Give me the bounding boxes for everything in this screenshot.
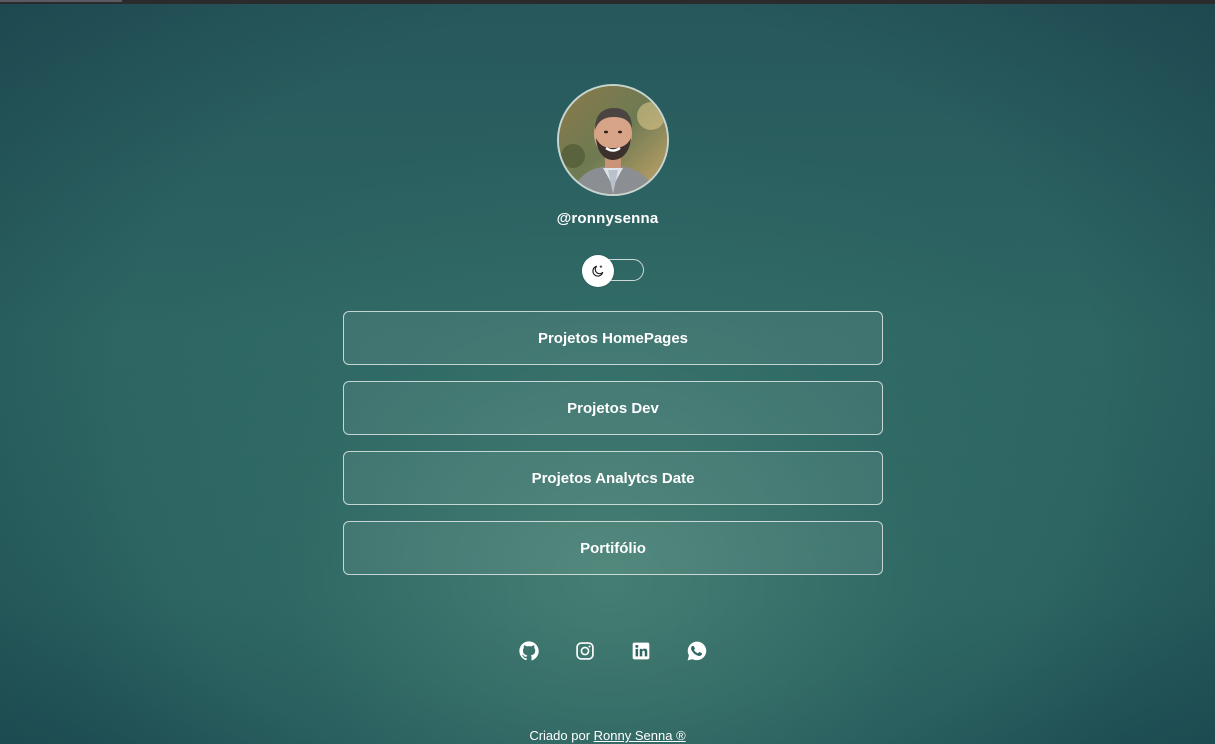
github-icon [519,641,539,661]
link-button-projetos-homepages[interactable]: Projetos HomePages [343,311,883,365]
footer-prefix: Criado por [529,728,591,743]
footer-credit: Criado por Ronny Senna ® [0,728,1215,743]
avatar [557,84,669,196]
browser-tab-indicator [0,0,122,2]
theme-toggle-knob[interactable] [582,255,614,287]
github-link[interactable] [518,640,540,662]
instagram-link[interactable] [574,640,596,662]
social-links [0,640,1215,662]
instagram-icon [576,642,594,660]
footer-author: Ronny Senna [593,728,673,743]
whatsapp-link[interactable] [686,640,708,662]
link-button-portifolio[interactable]: Portifólio [343,521,883,575]
link-button-projetos-dev[interactable]: Projetos Dev [343,381,883,435]
browser-top-bar [0,0,1215,4]
whatsapp-icon [687,641,707,661]
moon-icon [592,265,604,277]
theme-toggle[interactable] [582,255,644,287]
registered-mark: ® [676,728,686,743]
linkedin-link[interactable] [630,640,652,662]
link-button-projetos-analytcs-date[interactable]: Projetos Analytcs Date [343,451,883,505]
profile-photo [559,86,667,194]
username: @ronnysenna [556,210,659,227]
author-link[interactable]: Ronny Senna ® [594,728,686,743]
linkedin-icon [632,642,650,660]
